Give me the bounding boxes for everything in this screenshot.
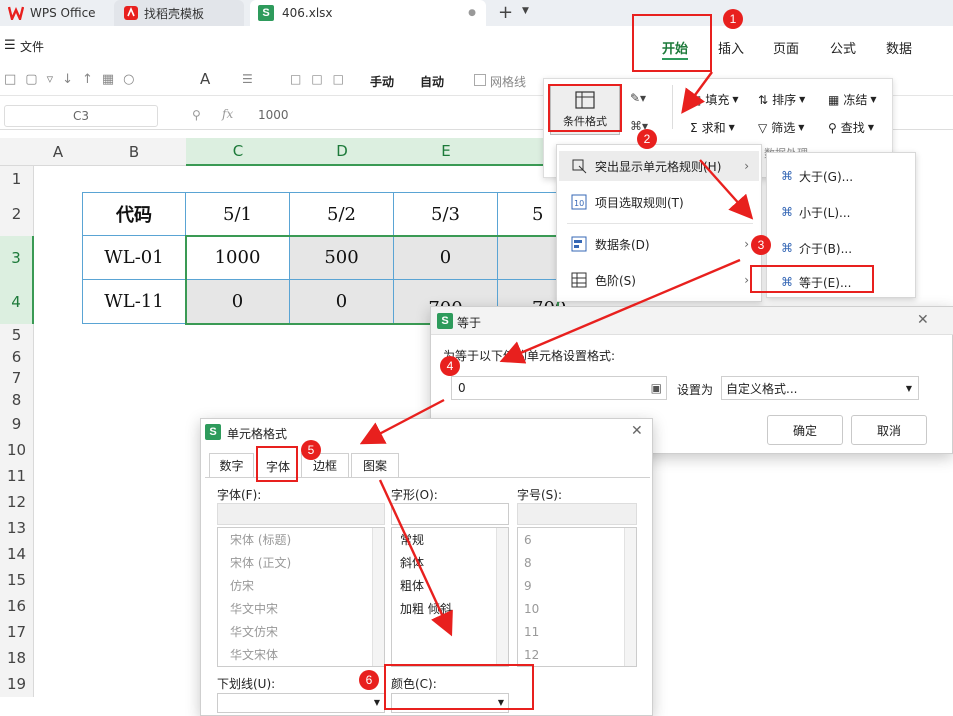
annotation-badge: 6 [359,670,379,690]
annotation-badge: 3 [751,235,771,255]
annotation-badge: 4 [440,356,460,376]
annotation-badge: 5 [301,440,321,460]
annotation-badge: 1 [723,9,743,29]
annotation-badge: 2 [637,129,657,149]
annotation-arrows [359,71,754,637]
